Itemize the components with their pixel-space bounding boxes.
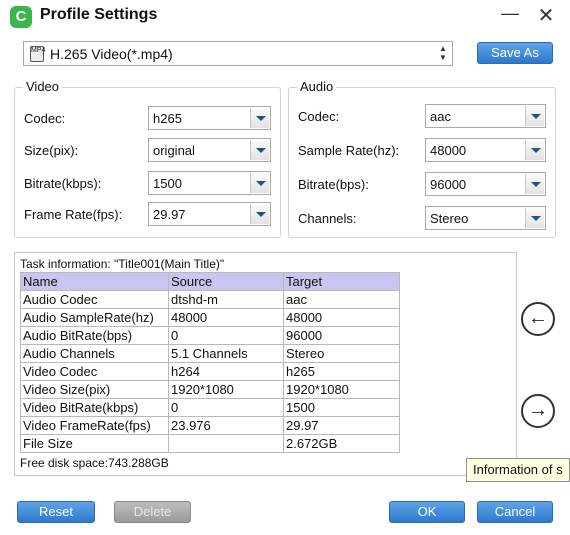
audio-bitrate-value: 96000	[430, 177, 467, 192]
dropdown-arrow-icon[interactable]	[250, 108, 269, 128]
table-header-row: Name Source Target	[20, 272, 400, 291]
cell-name: Audio Channels	[20, 344, 169, 363]
table-row: File Size 2.672GB	[20, 434, 400, 453]
up-down-arrows-icon[interactable]: ▲ ▼	[437, 44, 449, 63]
audio-samplerate-label: Sample Rate(hz):	[298, 143, 400, 158]
video-size-value: original	[153, 143, 195, 158]
profile-value: H.265 Video(*.mp4)	[50, 46, 173, 62]
save-as-button[interactable]: Save As	[477, 42, 553, 64]
free-disk-space: Free disk space:743.288GB	[20, 456, 169, 470]
table-row: Audio Codec dtshd-m aac	[20, 290, 400, 309]
cell-name: Video Codec	[20, 362, 169, 381]
cell-target: 29.97	[283, 416, 400, 435]
profile-select[interactable]: MP4 H.265 Video(*.mp4) ▲ ▼	[23, 41, 453, 66]
cell-source: 5.1 Channels	[168, 344, 284, 363]
cell-name: Audio SampleRate(hz)	[20, 308, 169, 327]
cell-target: aac	[283, 290, 400, 309]
table-row: Video FrameRate(fps) 23.976 29.97	[20, 416, 400, 435]
column-header-source: Source	[168, 272, 284, 291]
cell-source: 0	[168, 398, 284, 417]
task-info-panel: Task information: "Title001(Main Title)"…	[14, 252, 517, 476]
audio-samplerate-value: 48000	[430, 143, 467, 158]
table-row: Video Codec h264 h265	[20, 362, 400, 381]
ok-button[interactable]: OK	[389, 501, 465, 523]
table-row: Audio SampleRate(hz) 48000 48000	[20, 308, 400, 327]
cell-source: dtshd-m	[168, 290, 284, 309]
cell-name: Audio Codec	[20, 290, 169, 309]
video-size-label: Size(pix):	[24, 143, 79, 158]
task-info-label: Task information: "Title001(Main Title)"	[20, 257, 225, 271]
window-title: Profile Settings	[40, 6, 158, 23]
audio-samplerate-select[interactable]: 48000	[425, 138, 546, 162]
audio-group-title: Audio	[297, 79, 337, 94]
dropdown-arrow-icon[interactable]	[525, 106, 544, 126]
reset-button[interactable]: Reset	[17, 501, 95, 523]
cancel-button[interactable]: Cancel	[477, 501, 553, 523]
cell-target: 96000	[283, 326, 400, 345]
video-bitrate-label: Bitrate(kbps):	[24, 176, 102, 191]
cell-source: 1920*1080	[168, 380, 284, 399]
table-row: Video Size(pix) 1920*1080 1920*1080	[20, 380, 400, 399]
next-arrow-icon[interactable]: →	[521, 394, 555, 428]
cell-source: h264	[168, 362, 284, 381]
cell-target: 2.672GB	[283, 434, 400, 453]
video-codec-value: h265	[153, 111, 182, 126]
app-logo-icon: C	[10, 6, 32, 28]
dropdown-arrow-icon[interactable]	[525, 140, 544, 160]
cell-target: h265	[283, 362, 400, 381]
audio-channels-select[interactable]: Stereo	[425, 206, 546, 230]
video-bitrate-value: 1500	[153, 176, 182, 191]
audio-bitrate-select[interactable]: 96000	[425, 172, 546, 196]
video-framerate-label: Frame Rate(fps):	[24, 207, 123, 222]
video-size-select[interactable]: original	[148, 138, 271, 162]
video-framerate-value: 29.97	[153, 207, 186, 222]
task-info-table: Name Source Target Audio Codec dtshd-m aac…	[20, 272, 400, 453]
cell-name: Video Size(pix)	[20, 380, 169, 399]
dropdown-arrow-icon[interactable]	[525, 174, 544, 194]
cell-source: 0	[168, 326, 284, 345]
dropdown-arrow-icon[interactable]	[250, 173, 269, 193]
cell-name: Audio BitRate(bps)	[20, 326, 169, 345]
dropdown-arrow-icon[interactable]	[250, 140, 269, 160]
audio-channels-value: Stereo	[430, 211, 469, 226]
table-row: Video BitRate(kbps) 0 1500	[20, 398, 400, 417]
cell-target: 1500	[283, 398, 400, 417]
audio-bitrate-label: Bitrate(bps):	[298, 177, 369, 192]
mp4-file-icon: MP4	[30, 46, 45, 62]
cell-name: File Size	[20, 434, 169, 453]
video-group-title: Video	[23, 79, 63, 94]
cell-source	[168, 434, 284, 453]
audio-codec-label: Codec:	[298, 109, 340, 124]
audio-codec-select[interactable]: aac	[425, 104, 546, 128]
audio-channels-label: Channels:	[298, 211, 357, 226]
dropdown-arrow-icon[interactable]	[525, 208, 544, 228]
title-bar: C Profile Settings — ✕	[0, 0, 570, 34]
close-button[interactable]: ✕	[534, 5, 558, 27]
previous-arrow-icon[interactable]: ←	[521, 302, 555, 336]
dropdown-arrow-icon[interactable]	[250, 204, 269, 224]
video-codec-label: Codec:	[24, 111, 66, 126]
tooltip: Information of s	[466, 458, 570, 482]
cell-target: Stereo	[283, 344, 400, 363]
column-header-name: Name	[20, 272, 169, 291]
delete-button: Delete	[114, 501, 191, 523]
cell-target: 1920*1080	[283, 380, 400, 399]
cell-source: 23.976	[168, 416, 284, 435]
table-row: Audio BitRate(bps) 0 96000	[20, 326, 400, 345]
video-bitrate-select[interactable]: 1500	[148, 171, 271, 195]
cell-name: Video BitRate(kbps)	[20, 398, 169, 417]
cell-name: Video FrameRate(fps)	[20, 416, 169, 435]
table-row: Audio Channels 5.1 Channels Stereo	[20, 344, 400, 363]
video-framerate-select[interactable]: 29.97	[148, 202, 271, 226]
column-header-target: Target	[283, 272, 400, 291]
audio-codec-value: aac	[430, 109, 451, 124]
minimize-button[interactable]: —	[498, 2, 522, 24]
video-codec-select[interactable]: h265	[148, 106, 271, 130]
cell-source: 48000	[168, 308, 284, 327]
cell-target: 48000	[283, 308, 400, 327]
